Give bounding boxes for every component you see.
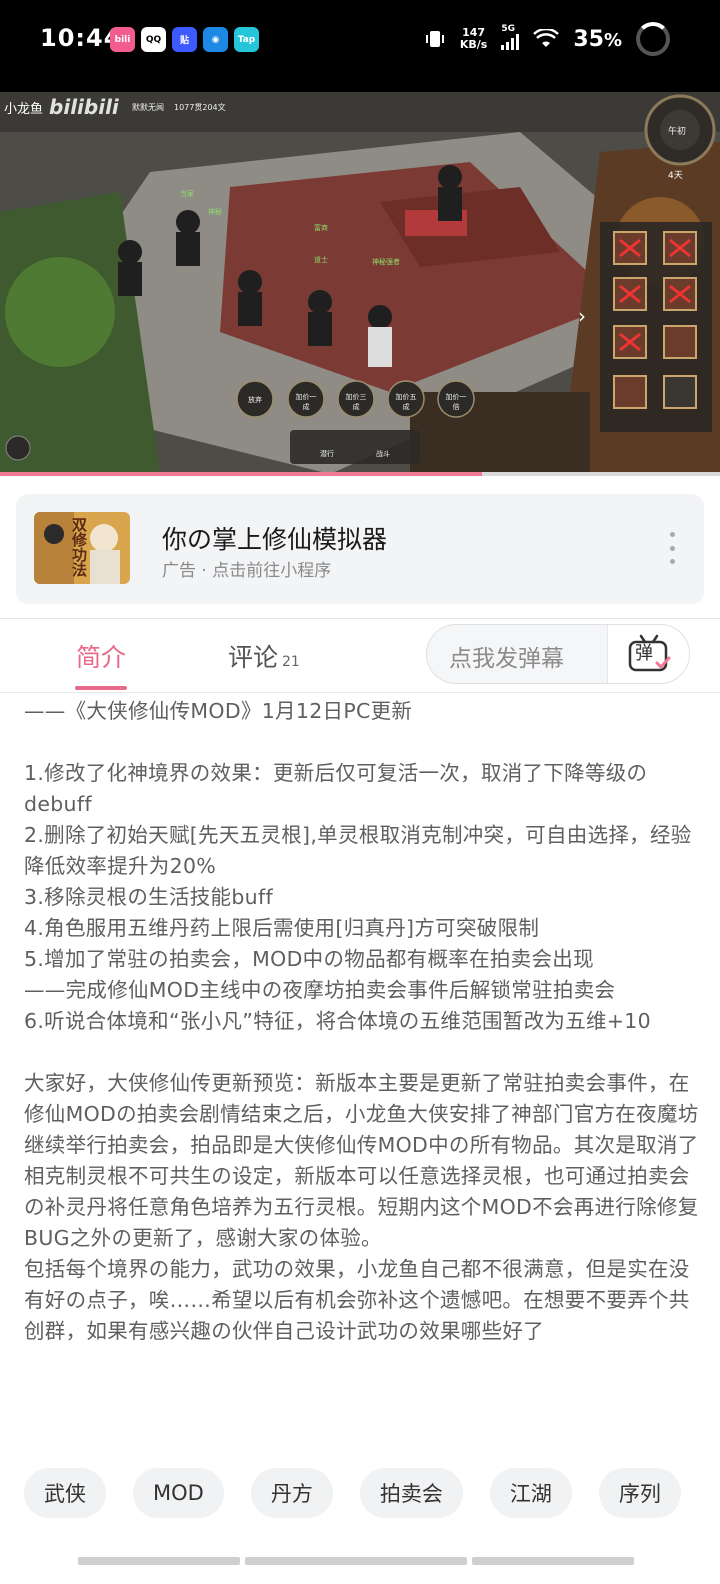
status-bar: 10:44 bili QQ 贴 ◉ Tap 147 KB/s 5G 35% bbox=[0, 0, 720, 92]
qzone-app-icon: ◉ bbox=[203, 27, 228, 52]
video-description: ——《大侠修仙传MOD》1月12日PC更新 1.修改了化神境界の效果：更新后仅可… bbox=[24, 699, 699, 1343]
more-options-icon[interactable] bbox=[668, 532, 676, 564]
vibrate-icon bbox=[425, 31, 444, 47]
tag-item[interactable]: 武侠 bbox=[24, 1468, 106, 1518]
ad-subtitle: 广告 · 点击前往小程序 bbox=[162, 561, 332, 581]
video-frame bbox=[0, 92, 720, 474]
danmu-toggle-button[interactable]: 弹 bbox=[607, 625, 689, 683]
divider bbox=[0, 692, 720, 693]
qq-app-icon: QQ bbox=[141, 27, 166, 52]
tieba-app-icon: 贴 bbox=[172, 27, 197, 52]
uploader-tag: 小龙鱼 bilibili bbox=[4, 95, 119, 119]
taptap-app-icon: Tap bbox=[234, 27, 259, 52]
tag-item[interactable]: 拍卖会 bbox=[359, 1468, 463, 1518]
clock-label: 午初 bbox=[668, 127, 687, 137]
tab-bar: 简介 评论 21 点我发弹幕 弹 bbox=[0, 620, 720, 692]
danmu-input[interactable]: 点我发弹幕 弹 bbox=[426, 624, 690, 684]
comments-count: 21 bbox=[282, 654, 300, 670]
video-progress-bar[interactable] bbox=[0, 472, 720, 476]
tag-item[interactable]: 丹方 bbox=[250, 1468, 333, 1518]
danmu-placeholder: 点我发弹幕 bbox=[449, 646, 564, 672]
battery-level: 35% bbox=[573, 26, 622, 52]
tag-item[interactable]: MOD bbox=[133, 1468, 224, 1518]
network-speed: 147 KB/s bbox=[459, 26, 488, 51]
ad-thumbnail: 双修功法 bbox=[34, 512, 130, 584]
tab-comments[interactable]: 评论 21 bbox=[228, 638, 300, 674]
video-progress-fill bbox=[0, 472, 483, 476]
notification-icons: bili QQ 贴 ◉ Tap bbox=[110, 27, 259, 52]
active-tab-indicator bbox=[75, 686, 127, 690]
tag-item[interactable]: 江湖 bbox=[489, 1468, 572, 1518]
wifi-icon bbox=[533, 29, 560, 47]
danmu-icon-label: 弹 bbox=[635, 643, 653, 664]
divider bbox=[0, 618, 720, 619]
ad-title: 你の掌上修仙模拟器 bbox=[162, 525, 388, 554]
hud-status: 默默无闻 1077贯204文 bbox=[132, 103, 226, 112]
cell-signal-icon: 5G bbox=[501, 24, 520, 50]
video-player[interactable]: 小龙鱼 bilibili 默默无闻 1077贯204文 午初 4天 当家 神秘 道… bbox=[0, 92, 720, 474]
tab-intro[interactable]: 简介 bbox=[76, 638, 126, 674]
ad-thumbnail-text: 双修功法 bbox=[72, 516, 88, 579]
tag-list: 武侠 MOD 丹方 拍卖会 江湖 序列 bbox=[24, 1468, 681, 1518]
system-indicators: 147 KB/s 5G 35% bbox=[424, 22, 670, 56]
related-preview-strip bbox=[78, 1557, 634, 1565]
expand-panel-icon[interactable]: › bbox=[578, 304, 586, 328]
day-label: 4天 bbox=[668, 171, 683, 181]
bilibili-app-icon: bili bbox=[110, 27, 135, 52]
tag-item[interactable]: 序列 bbox=[598, 1468, 681, 1518]
ad-card[interactable]: 双修功法 你の掌上修仙模拟器 广告 · 点击前往小程序 bbox=[16, 494, 704, 604]
loading-spinner-icon bbox=[636, 22, 670, 56]
